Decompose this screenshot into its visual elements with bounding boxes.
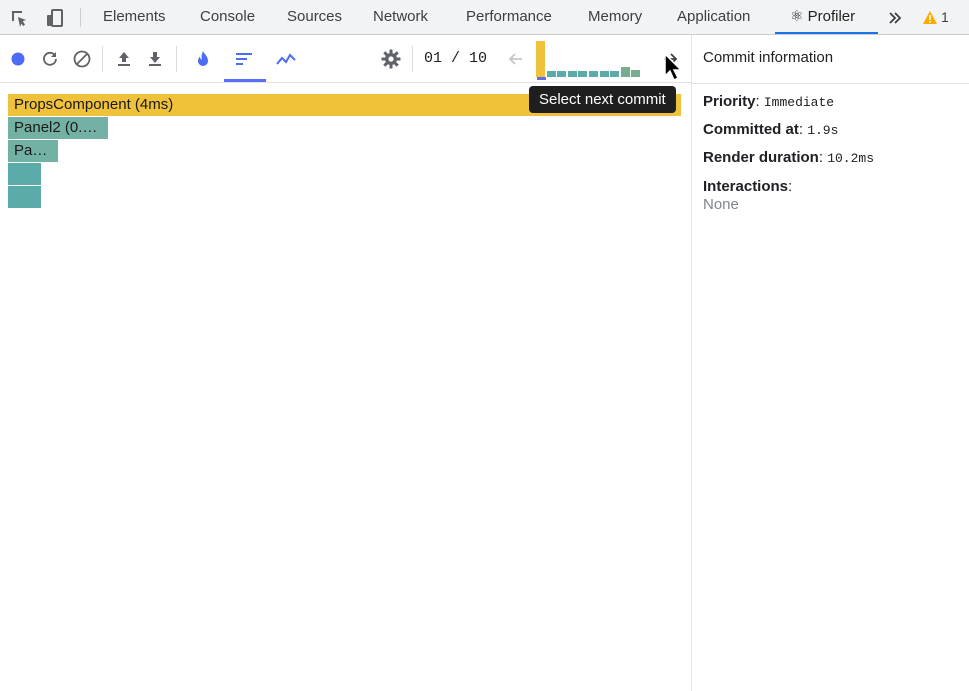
interactions-label: Interactions xyxy=(703,178,789,195)
tab-sources[interactable]: Sources xyxy=(287,0,342,34)
flamegraph-bar-child-1[interactable] xyxy=(8,163,41,185)
flamegraph-bar-child-2[interactable] xyxy=(8,186,41,208)
commit-selector-chart[interactable] xyxy=(536,41,646,81)
arrow-left-icon xyxy=(508,53,522,65)
panel-title: Commit information xyxy=(703,49,834,66)
load-profile-button[interactable] xyxy=(112,47,136,71)
tab-console[interactable]: Console xyxy=(200,0,255,34)
clear-profiling-data-button[interactable] xyxy=(70,47,94,71)
flamegraph-area: PropsComponent (4ms) Panel2 (0.… Pa… xyxy=(0,84,691,691)
priority-row: Priority: Immediate xyxy=(703,93,835,110)
warnings-counter[interactable]: 1 xyxy=(922,7,949,27)
panel-divider xyxy=(692,83,969,84)
flamegraph-bar-label: PropsComponent (4ms) xyxy=(14,96,174,113)
mouse-cursor-icon xyxy=(663,52,683,87)
flamegraph-bar-label: Pa… xyxy=(14,142,48,159)
commit-bar[interactable] xyxy=(546,71,556,77)
render-duration-value: 10.2ms xyxy=(827,151,874,166)
gear-icon xyxy=(381,49,401,69)
reload-and-profile-button[interactable] xyxy=(38,47,62,71)
download-icon xyxy=(149,52,161,66)
previous-commit-button[interactable] xyxy=(503,47,527,71)
save-profile-button[interactable] xyxy=(143,47,167,71)
more-tabs-chevron-icon[interactable] xyxy=(884,7,906,29)
commit-bar[interactable] xyxy=(631,70,641,77)
next-commit-tooltip: Select next commit xyxy=(529,86,676,113)
commit-bar[interactable] xyxy=(599,71,609,77)
priority-label: Priority xyxy=(703,93,756,110)
tab-application[interactable]: Application xyxy=(677,0,750,34)
tab-profiler[interactable]: ⚛ Profiler xyxy=(790,0,855,34)
inspect-element-icon[interactable] xyxy=(8,7,30,29)
commit-bar[interactable] xyxy=(567,71,577,77)
flamegraph-view-button[interactable] xyxy=(191,47,215,71)
interactions-value: None xyxy=(703,196,739,213)
devtools-tab-bar: Elements Console Sources Network Perform… xyxy=(0,0,969,35)
tab-performance[interactable]: Performance xyxy=(466,0,552,34)
committed-at-label: Committed at xyxy=(703,121,799,138)
commit-information-panel: Commit information Priority: Immediate C… xyxy=(691,35,969,691)
selected-commit-indicator xyxy=(537,77,546,80)
ranked-chart-icon xyxy=(236,53,252,65)
active-view-indicator xyxy=(224,79,266,82)
commit-counter: 01 / 10 xyxy=(424,50,488,67)
device-toolbar-icon[interactable] xyxy=(44,7,66,29)
flamegraph-bar-panel2[interactable]: Panel2 (0.… xyxy=(8,117,108,139)
profiler-toolbar: 01 / 10 xyxy=(0,35,691,83)
commit-bar[interactable] xyxy=(589,71,598,77)
priority-value: Immediate xyxy=(763,95,835,110)
commit-bar[interactable] xyxy=(536,41,545,77)
ranked-view-button[interactable] xyxy=(232,47,256,71)
warning-icon xyxy=(923,10,937,24)
timeline-chart-icon xyxy=(276,53,296,65)
commit-bar[interactable] xyxy=(620,67,630,77)
commit-bar[interactable] xyxy=(610,71,620,77)
profiler-settings-button[interactable] xyxy=(379,47,403,71)
flamegraph-bar-pa[interactable]: Pa… xyxy=(8,140,58,162)
flamegraph-bar-label: Panel2 (0.… xyxy=(14,119,98,136)
toolbar-separator xyxy=(412,46,413,72)
commit-bar[interactable] xyxy=(578,71,588,77)
committed-at-value: 1.9s xyxy=(807,123,839,138)
upload-icon xyxy=(118,52,130,66)
warning-count: 1 xyxy=(941,9,949,25)
interactions-row: Interactions: xyxy=(703,178,793,195)
committed-at-row: Committed at: 1.9s xyxy=(703,121,839,138)
toolbar-separator xyxy=(176,46,177,72)
active-tab-indicator xyxy=(775,32,878,34)
render-duration-label: Render duration xyxy=(703,149,819,166)
toolbar-separator xyxy=(102,46,103,72)
tab-bar-separator xyxy=(80,8,81,27)
commit-bar[interactable] xyxy=(557,71,567,77)
render-duration-row: Render duration: 10.2ms xyxy=(703,149,874,166)
tab-network[interactable]: Network xyxy=(373,0,428,34)
record-icon xyxy=(11,52,25,66)
flame-icon xyxy=(198,51,208,66)
block-icon xyxy=(73,50,91,68)
record-button[interactable] xyxy=(6,47,30,71)
timeline-view-button[interactable] xyxy=(274,47,298,71)
tab-elements[interactable]: Elements xyxy=(103,0,166,34)
reload-icon xyxy=(43,51,57,66)
tab-memory[interactable]: Memory xyxy=(588,0,642,34)
